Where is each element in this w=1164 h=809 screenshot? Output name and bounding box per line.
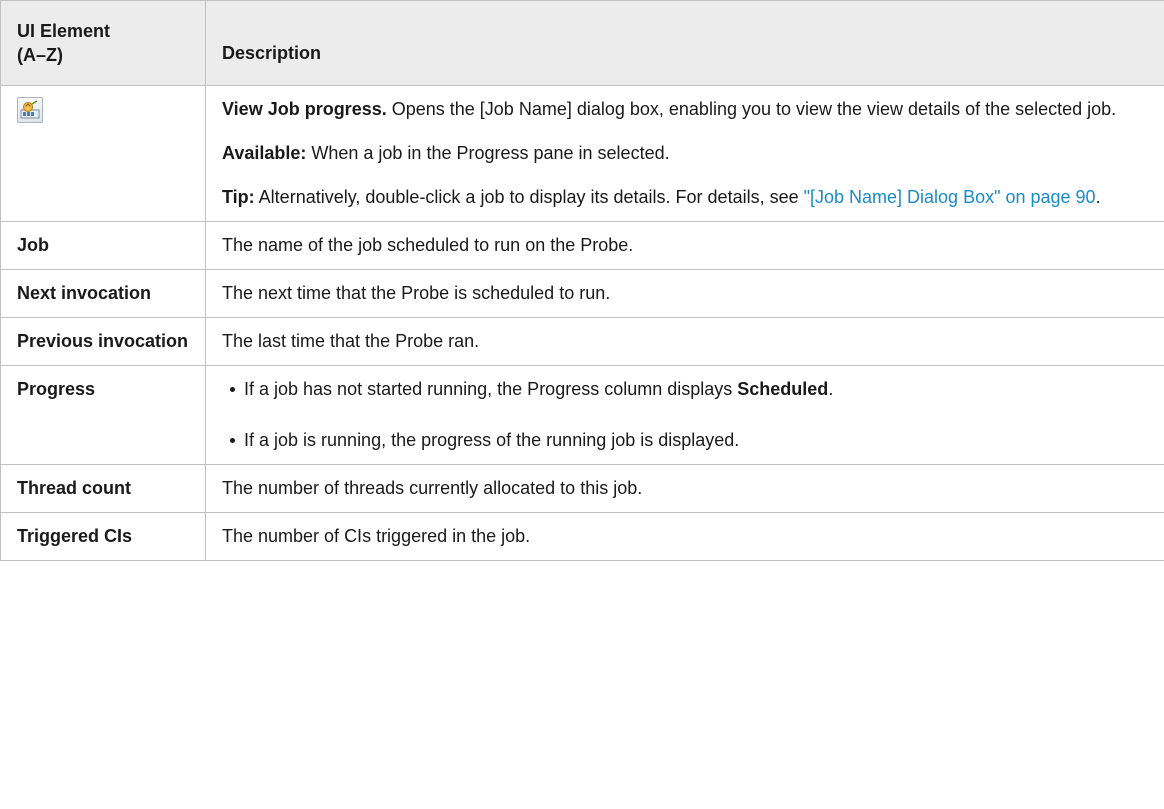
table-row: Thread count The number of threads curre… — [0, 464, 1164, 513]
header-ui-element-line1: UI Element — [17, 21, 111, 41]
view-job-title: View Job progress. — [222, 99, 387, 119]
header-ui-element-line2: (A–Z) — [17, 45, 63, 65]
view-job-description: View Job progress. Opens the [Job Name] … — [222, 97, 1148, 121]
description-cell: The next time that the Probe is schedule… — [205, 269, 1164, 318]
ui-element-name: Job — [0, 221, 206, 270]
description-cell: If a job has not started running, the Pr… — [205, 365, 1164, 465]
table-row: Next invocation The next time that the P… — [0, 269, 1164, 318]
view-job-progress-icon — [17, 97, 43, 123]
tip-note: Tip: Alternatively, double-click a job t… — [222, 185, 1148, 209]
view-job-desc-text: Opens the [Job Name] dialog box, enablin… — [386, 99, 1117, 119]
table-row: Progress If a job has not started runnin… — [0, 365, 1164, 465]
ui-element-name: Thread count — [0, 464, 206, 513]
table-row: Job The name of the job scheduled to run… — [0, 221, 1164, 270]
progress-bullet1-text: If a job has not started running, the Pr… — [244, 379, 738, 399]
description-cell: The name of the job scheduled to run on … — [205, 221, 1164, 270]
available-note: Available: When a job in the Progress pa… — [222, 141, 1148, 165]
description-cell: The number of CIs triggered in the job. — [205, 512, 1164, 561]
scheduled-status: Scheduled — [737, 379, 829, 399]
job-name-dialog-link[interactable]: "[Job Name] Dialog Box" on page 90 — [804, 187, 1096, 207]
available-text: When a job in the Progress pane in selec… — [306, 143, 670, 163]
description-cell: The number of threads currently allocate… — [205, 464, 1164, 513]
header-ui-element: UI Element (A–Z) — [0, 0, 206, 86]
ui-element-name: Triggered CIs — [0, 512, 206, 561]
tip-end: . — [1095, 187, 1101, 207]
list-item: If a job is running, the progress of the… — [230, 428, 1148, 452]
description-cell: View Job progress. Opens the [Job Name] … — [205, 85, 1164, 222]
tip-text: Alternatively, double-click a job to dis… — [254, 187, 804, 207]
progress-bullet1-end: . — [828, 379, 834, 399]
ui-element-name: Progress — [0, 365, 206, 465]
description-cell: The last time that the Probe ran. — [205, 317, 1164, 366]
header-description: Description — [205, 0, 1164, 86]
table-row: Triggered CIs The number of CIs triggere… — [0, 512, 1164, 561]
table-row: Previous invocation The last time that t… — [0, 317, 1164, 366]
tip-label: Tip: — [222, 187, 255, 207]
table-row: View Job progress. Opens the [Job Name] … — [0, 85, 1164, 222]
progress-bullet-list: If a job has not started running, the Pr… — [222, 377, 1148, 452]
table-header-row: UI Element (A–Z) Description — [0, 0, 1164, 86]
ui-element-name: Previous invocation — [0, 317, 206, 366]
ui-element-reference-table: UI Element (A–Z) Description View Job pr… — [0, 0, 1164, 561]
list-item: If a job has not started running, the Pr… — [230, 377, 1148, 401]
ui-element-cell — [0, 85, 206, 222]
available-label: Available: — [222, 143, 307, 163]
ui-element-name: Next invocation — [0, 269, 206, 318]
